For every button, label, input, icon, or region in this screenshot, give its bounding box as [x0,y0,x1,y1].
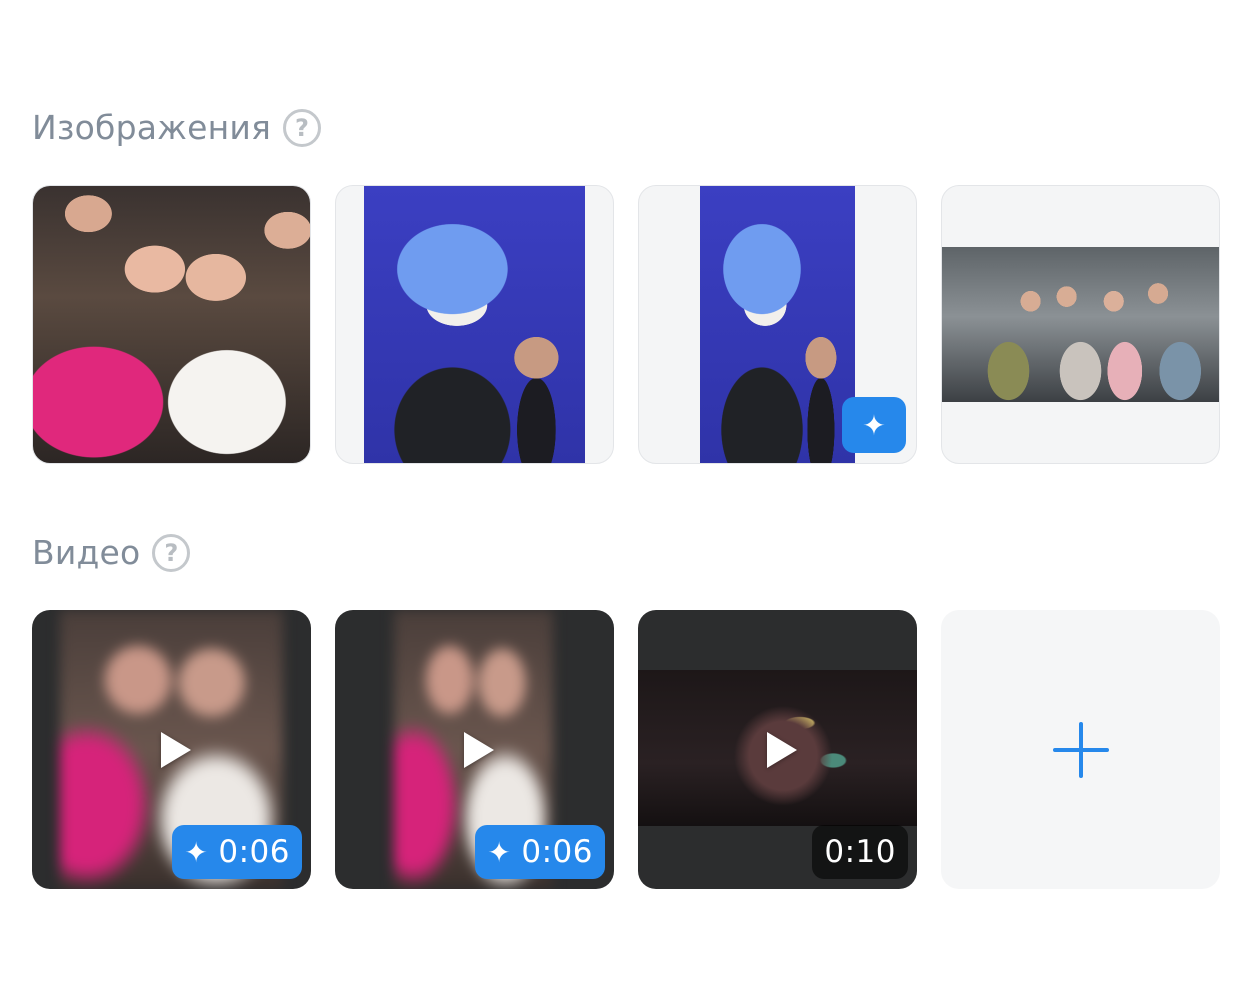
videos-section-title: Видео [32,533,141,572]
image-thumbnail-4[interactable] [941,185,1220,464]
sparkle-icon: ✦ [862,408,886,442]
video-duration-badge: ✦ 0:06 [475,825,605,879]
add-video-button[interactable] [941,610,1220,889]
video-thumbnail-1[interactable]: ✦ 0:06 [32,610,311,889]
videos-row: ✦ 0:06 ✦ 0:06 0:10 [32,610,1220,889]
video-thumbnail-2[interactable]: ✦ 0:06 [335,610,614,889]
sparkle-icon: ✦ [184,835,209,869]
photo-group-students [33,186,310,463]
images-row: ✦ [32,185,1220,464]
images-section-header: Изображения ? [32,108,322,147]
plus-icon [1052,721,1109,778]
images-help-icon[interactable]: ? [283,108,322,147]
ai-sparkle-badge: ✦ [842,397,906,453]
video-duration: 0:06 [521,834,593,870]
image-thumbnail-2[interactable] [335,185,614,464]
images-section-title: Изображения [32,108,272,147]
photo-group-hallway [942,246,1219,403]
video-duration: 0:06 [218,834,290,870]
video-thumbnail-3[interactable]: 0:10 [638,610,917,889]
image-thumbnail-1[interactable] [32,185,311,464]
photo-mascot-graduation-cropped [699,186,856,463]
photo-mascot-graduation [363,186,586,463]
play-icon[interactable] [766,731,797,768]
play-icon[interactable] [463,731,494,768]
video-duration: 0:10 [824,834,896,870]
videos-help-icon[interactable]: ? [152,533,191,572]
video-duration-badge: ✦ 0:06 [172,825,302,879]
image-thumbnail-3[interactable]: ✦ [638,185,917,464]
play-icon[interactable] [160,731,191,768]
videos-section-header: Видео ? [32,533,191,572]
sparkle-icon: ✦ [487,835,512,869]
video-duration-badge: 0:10 [812,825,908,879]
